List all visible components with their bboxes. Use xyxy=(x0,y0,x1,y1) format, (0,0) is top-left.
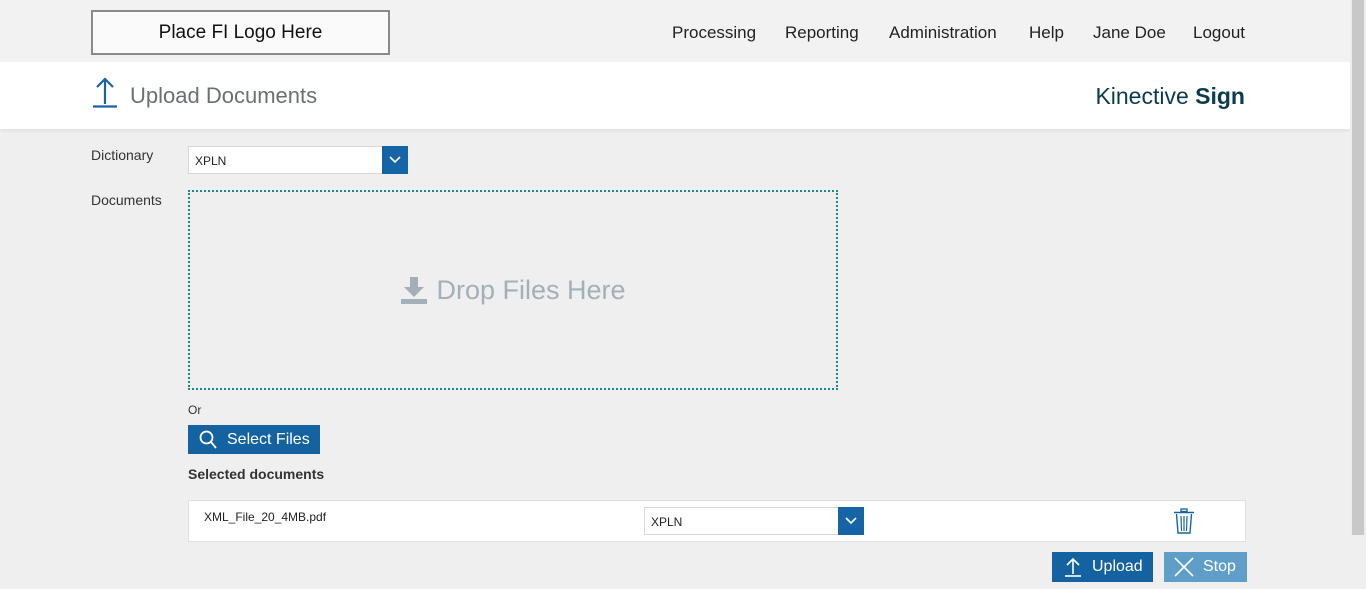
nav-logout[interactable]: Logout xyxy=(1193,23,1245,43)
select-files-button[interactable]: Select Files xyxy=(188,425,320,454)
nav-administration[interactable]: Administration xyxy=(889,23,997,43)
dictionary-select-value: XPLN xyxy=(195,154,227,168)
dictionary-label: Dictionary xyxy=(91,147,154,163)
search-icon xyxy=(199,430,217,449)
brand-bold: Sign xyxy=(1195,83,1245,109)
selected-document-row: XML_File_20_4MB.pdf XPLN xyxy=(188,500,1246,542)
page-scrollbar[interactable] xyxy=(1350,0,1366,535)
trash-icon[interactable] xyxy=(1173,508,1195,534)
upload-arrow-icon xyxy=(1065,557,1081,577)
chevron-down-icon[interactable] xyxy=(838,507,864,535)
documents-label: Documents xyxy=(91,192,162,208)
nav-user-name[interactable]: Jane Doe xyxy=(1093,23,1166,43)
dictionary-select[interactable]: XPLN xyxy=(188,146,408,174)
stop-button[interactable]: Stop xyxy=(1164,552,1247,582)
upload-label: Upload xyxy=(1092,558,1143,575)
logo-text: Place FI Logo Here xyxy=(158,21,323,43)
brand-name: Kinective Sign xyxy=(1095,83,1245,110)
page-title: Upload Documents xyxy=(130,83,318,108)
upload-arrow-icon xyxy=(93,77,117,108)
select-files-label: Select Files xyxy=(227,430,310,448)
close-icon xyxy=(1174,557,1194,577)
file-drop-zone[interactable]: Drop Files Here xyxy=(188,190,838,390)
chevron-down-icon[interactable] xyxy=(382,146,408,174)
page-header: Upload Documents Kinective Sign xyxy=(0,62,1350,129)
document-dictionary-value: XPLN xyxy=(651,515,683,529)
top-navigation-bar: Place FI Logo Here Processing Reporting … xyxy=(0,0,1350,62)
brand-light: Kinective xyxy=(1095,83,1189,109)
drop-files-text: Drop Files Here xyxy=(436,274,626,305)
nav-reporting[interactable]: Reporting xyxy=(785,23,859,43)
selected-documents-heading: Selected documents xyxy=(188,466,325,482)
stop-label: Stop xyxy=(1203,558,1236,575)
document-dictionary-select[interactable]: XPLN xyxy=(644,507,864,535)
nav-processing[interactable]: Processing xyxy=(672,23,756,43)
logo-placeholder: Place FI Logo Here xyxy=(91,10,390,55)
scrollbar-thumb[interactable] xyxy=(1352,0,1364,535)
document-file-name: XML_File_20_4MB.pdf xyxy=(204,510,327,524)
nav-help[interactable]: Help xyxy=(1029,23,1064,43)
upload-button[interactable]: Upload xyxy=(1052,552,1153,582)
or-text: Or xyxy=(188,403,202,417)
download-tray-icon xyxy=(401,277,428,304)
